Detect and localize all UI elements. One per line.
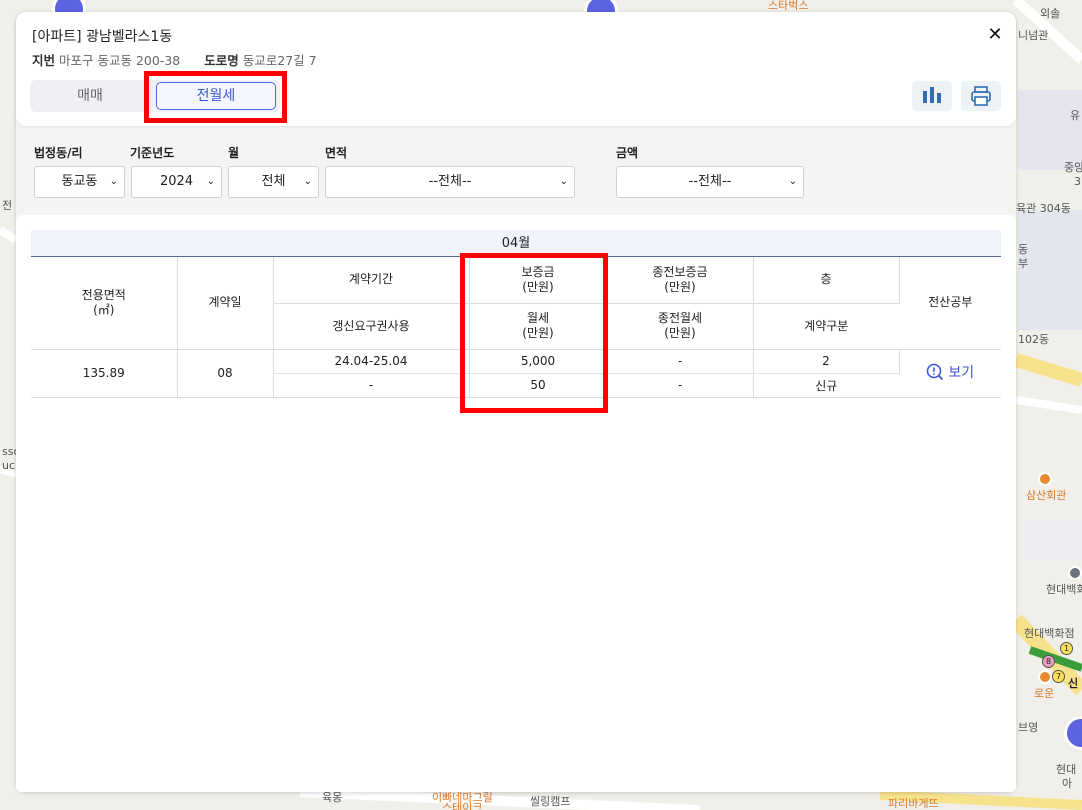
header-floor: 층	[753, 257, 900, 304]
header-prev-monthly-rent: 종전월세 (만원)	[607, 303, 754, 350]
cell-deposit: 5,000	[469, 349, 608, 374]
chevron-down-icon: ⌄	[559, 176, 568, 187]
map-label: 육관 304동	[1016, 202, 1071, 215]
results-card: 04월 전용면적 (㎡) 계약일 계약기간 보증금 (만원) 종전보증금 (만원…	[16, 215, 1016, 792]
map-label: 102동	[1018, 333, 1050, 346]
jibun-value: 마포구 동교동 200-38	[59, 53, 181, 68]
month-select-value: 전체	[261, 174, 286, 189]
map-label: 현대백화점	[1024, 627, 1075, 640]
filter-label-amount: 금액	[616, 146, 639, 160]
view-label: 보기	[948, 365, 975, 381]
cell-prev-monthly-rent: -	[607, 373, 754, 398]
rent-deals-table: 전용면적 (㎡) 계약일 계약기간 보증금 (만원) 종전보증금 (만원) 층 …	[31, 257, 1001, 398]
jibun-label: 지번	[32, 53, 56, 68]
subway-line-icon: 1	[1060, 642, 1073, 655]
area-select-value: --전체--	[428, 174, 472, 189]
header-registry: 전산공부	[899, 257, 1001, 350]
dong-select-value: 동교동	[61, 174, 98, 189]
header-period: 계약기간	[273, 257, 470, 304]
header-renewal: 갱신요구권사용	[273, 303, 470, 350]
chevron-down-icon: ⌄	[788, 176, 797, 187]
header-area: 전용면적 (㎡)	[31, 257, 178, 350]
filter-label-area: 면적	[325, 146, 348, 160]
printer-icon	[971, 86, 991, 106]
filter-label-dong: 법정동/리	[34, 146, 83, 160]
cell-contract-day: 08	[177, 349, 274, 398]
map-label: 스타벅스	[768, 0, 809, 12]
map-label: 유	[1070, 109, 1081, 122]
cell-prev-deposit: -	[607, 349, 754, 374]
deal-type-tabs: 매매 전월세	[30, 80, 280, 112]
dong-select[interactable]: 동교동 ⌄	[34, 166, 125, 198]
filter-label-month: 월	[228, 146, 240, 160]
chevron-down-icon: ⌄	[206, 176, 215, 187]
map-label: 니넘관	[1018, 29, 1049, 42]
close-icon[interactable]: ✕	[984, 24, 1006, 46]
cell-registry: 보기	[899, 349, 1001, 398]
month-header: 04월	[31, 230, 1001, 257]
year-select[interactable]: 2024 ⌄	[131, 166, 222, 198]
tab-sale[interactable]: 매매	[30, 80, 150, 112]
map-label: 로운	[1034, 687, 1055, 700]
map-label: 육몽	[322, 791, 343, 804]
property-address: 지번 마포구 동교동 200-38 도로명 동교로27길 7	[32, 50, 337, 69]
subway-line-icon: 8	[1042, 655, 1055, 668]
header-contract-day: 계약일	[177, 257, 274, 350]
cell-renewal: -	[273, 373, 470, 398]
panel-header: [아파트] 광남벨라스1동 지번 마포구 동교동 200-38 도로명 동교로27길…	[16, 12, 1016, 126]
landmark-icon[interactable]	[1068, 566, 1082, 580]
subway-line-icon: 7	[1052, 670, 1065, 683]
restaurant-icon[interactable]	[1038, 670, 1052, 684]
amount-select-value: --전체--	[688, 174, 732, 189]
month-select[interactable]: 전체 ⌄	[228, 166, 319, 198]
view-registry-link[interactable]: 보기	[926, 362, 974, 382]
header-deposit: 보증금 (만원)	[469, 257, 608, 304]
map-label: 스테이크	[442, 801, 483, 810]
cell-contract-type: 신규	[753, 373, 899, 398]
table-row: 135.89 08 24.04-25.04 5,000 - 2 보기	[31, 349, 1001, 398]
print-button[interactable]	[961, 81, 1001, 111]
map-label: 전	[2, 199, 13, 212]
map-label: 아	[1062, 777, 1073, 790]
search-alert-icon	[927, 363, 944, 381]
map-label: 씰링캠프	[530, 795, 571, 808]
property-title: [아파트] 광남벨라스1동	[32, 29, 173, 45]
map-label: uc	[2, 459, 16, 472]
chevron-down-icon: ⌄	[303, 176, 312, 187]
restaurant-icon[interactable]	[1038, 472, 1052, 486]
map-label: 동	[1018, 243, 1029, 256]
map-label: 현대	[1056, 763, 1077, 776]
cell-area: 135.89	[31, 349, 178, 398]
chevron-down-icon: ⌄	[109, 176, 118, 187]
year-select-value: 2024	[159, 174, 194, 189]
cell-monthly-rent: 50	[469, 373, 608, 398]
map-label: 중앙	[1064, 161, 1082, 174]
map-label: 3	[1074, 175, 1081, 188]
map-label: 삼산회관	[1026, 489, 1067, 502]
map-label: 파리바게뜨	[888, 797, 939, 810]
road-label: 도로명	[204, 53, 239, 68]
header-prev-deposit: 종전보증금 (만원)	[607, 257, 754, 304]
amount-select[interactable]: --전체-- ⌄	[616, 166, 804, 198]
map-label: 브영	[1018, 721, 1039, 734]
bar-chart-icon	[923, 87, 941, 103]
header-monthly-rent: 월세 (만원)	[469, 303, 608, 350]
cell-floor: 2	[753, 349, 900, 374]
area-select[interactable]: --전체-- ⌄	[325, 166, 575, 198]
cell-period: 24.04-25.04	[273, 349, 470, 374]
road-value: 동교로27길 7	[242, 53, 317, 68]
map-label: 외솔	[1040, 7, 1061, 20]
chart-button[interactable]	[912, 81, 952, 111]
filter-label-year: 기준년도	[130, 146, 175, 160]
tab-rent[interactable]: 전월세	[156, 82, 276, 110]
transaction-detail-panel: [아파트] 광남벨라스1동 지번 마포구 동교동 200-38 도로명 동교로27길…	[16, 12, 1016, 792]
map-label: 부	[1018, 257, 1029, 270]
header-contract-type: 계약구분	[753, 303, 899, 350]
map-label: 현대백화	[1046, 583, 1082, 596]
map-label: 신	[1068, 677, 1079, 690]
